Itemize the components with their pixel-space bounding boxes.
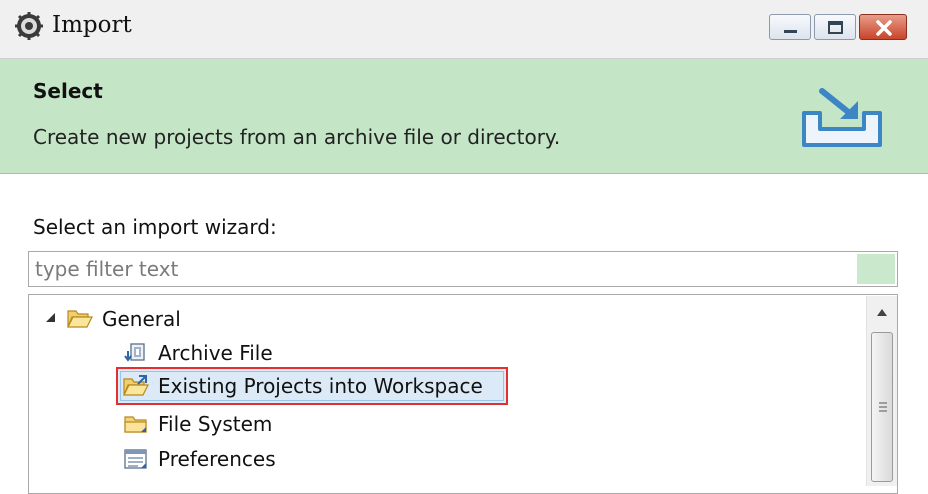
tree-item-label: File System: [158, 412, 273, 436]
minimize-icon: [784, 30, 797, 33]
import-wizard-icon: [802, 88, 882, 147]
scroll-up-arrow-icon[interactable]: [867, 300, 897, 324]
title-bar: Import: [0, 0, 928, 59]
import-wizard-label: Select an import wizard:: [33, 215, 277, 239]
filter-box: [28, 251, 898, 287]
tree-item-existing-projects[interactable]: Existing Projects into Workspace: [122, 370, 483, 402]
folder-icon: [124, 416, 147, 433]
filter-clear-area[interactable]: [857, 254, 895, 284]
filter-input[interactable]: [29, 252, 849, 286]
eclipse-gear-icon: [15, 12, 43, 40]
maximize-button[interactable]: [814, 14, 856, 40]
tree-item-archive-file[interactable]: Archive File: [122, 337, 273, 369]
window-title: Import: [52, 12, 132, 38]
banner-title: Select: [33, 79, 103, 103]
tree-item-label: Archive File: [158, 341, 273, 365]
close-icon: [876, 20, 892, 36]
banner-description: Create new projects from an archive file…: [33, 125, 561, 149]
tree-item-label: Existing Projects into Workspace: [158, 374, 483, 398]
scroll-thumb[interactable]: [871, 332, 893, 482]
tree-scrollbar[interactable]: [866, 296, 897, 486]
expand-arrow-icon[interactable]: [44, 311, 58, 325]
preferences-icon: [124, 449, 147, 469]
archive-file-icon: [124, 343, 145, 362]
existing-project-icon: [123, 375, 149, 396]
minimize-button[interactable]: [769, 14, 811, 40]
maximize-icon: [828, 21, 843, 34]
tree-item-general[interactable]: General: [66, 303, 181, 335]
tree-item-label: Preferences: [158, 447, 276, 471]
tree-item-preferences[interactable]: Preferences: [122, 443, 276, 475]
close-button[interactable]: [859, 14, 907, 40]
grip-icon: [879, 402, 887, 412]
tree-item-file-system[interactable]: File System: [122, 408, 272, 440]
folder-open-icon: [67, 310, 93, 328]
wizard-banner: Select Create new projects from an archi…: [0, 59, 928, 174]
tree-item-label: General: [102, 307, 181, 331]
